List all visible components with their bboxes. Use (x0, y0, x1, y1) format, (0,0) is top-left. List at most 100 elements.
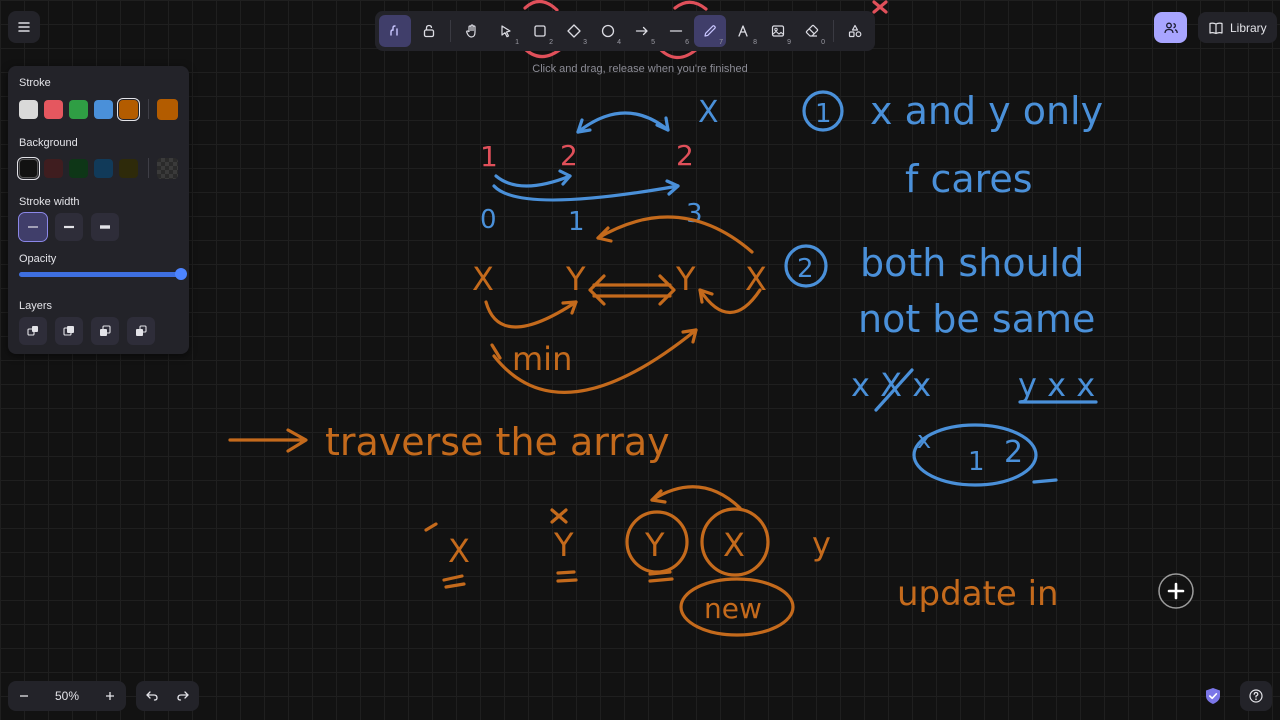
send-to-back-button[interactable] (19, 317, 47, 345)
yy-example: y x x (1018, 366, 1095, 404)
bring-forward-button[interactable] (91, 317, 119, 345)
tool-hand[interactable] (456, 15, 488, 47)
toolbar-divider (450, 20, 451, 42)
crosshair-cursor-icon (1158, 573, 1194, 609)
keep-tool-active-icon (390, 25, 398, 36)
number-2b-red: 2 (676, 139, 694, 172)
properties-panel: Stroke Background Stroke width Opacity L… (8, 66, 189, 354)
traverse-note: traverse the array (228, 420, 670, 464)
stroke-width-bold[interactable] (55, 213, 83, 241)
index-3: 3 (686, 199, 703, 229)
note2-line1: both should (860, 241, 1084, 285)
shortcut-key: 7 (719, 39, 723, 46)
stroke-width-heading: Stroke width (19, 196, 80, 208)
note1-line1: x and y only (870, 89, 1103, 133)
stroke-width-extra-bold[interactable] (91, 213, 119, 241)
traverse-text: traverse the array (325, 420, 670, 464)
bottom-x: X (448, 532, 470, 570)
background-color-green[interactable] (69, 159, 88, 178)
diamond-icon (567, 24, 581, 38)
bottom-y: Y (553, 526, 574, 564)
background-color-transparent[interactable] (17, 157, 40, 180)
shortcut-key: 2 (549, 39, 553, 46)
tool-unlock[interactable] (413, 15, 445, 47)
swap-diagram: X Y Y X min (472, 215, 767, 394)
main-menu-button[interactable] (8, 11, 40, 43)
redo-button[interactable] (169, 682, 197, 710)
stroke-color-orange[interactable] (117, 98, 140, 121)
stroke-color-white[interactable] (19, 100, 38, 119)
stroke-heading: Stroke (19, 77, 51, 89)
circled-y: Y (644, 526, 665, 564)
background-current-color[interactable] (157, 158, 178, 179)
send-to-back-icon (27, 326, 38, 336)
tool-diamond[interactable]: 3 (558, 15, 590, 47)
tool-eraser[interactable]: 0 (796, 15, 828, 47)
circle-2: 2 (1004, 435, 1023, 470)
note1-number: 1 (815, 99, 832, 129)
bring-forward-icon (100, 325, 111, 336)
book-icon (1209, 22, 1223, 34)
library-button[interactable]: Library (1198, 12, 1277, 43)
zoom-level[interactable]: 50% (55, 689, 79, 703)
tool-image[interactable]: 9 (762, 15, 794, 47)
help-button[interactable] (1240, 681, 1272, 711)
drawing-canvas[interactable]: 1 2 2 X 0 1 3 X Y Y X min traverse the a… (0, 0, 1280, 720)
toolbar-divider (833, 20, 834, 42)
eraser-icon (805, 24, 819, 37)
label-y-left: Y (565, 260, 586, 298)
arrow-icon (635, 26, 648, 36)
circled-x: X (723, 526, 745, 564)
tool-arrow[interactable]: 5 (626, 15, 658, 47)
users-icon (1163, 22, 1178, 33)
background-color-red[interactable] (44, 159, 63, 178)
number-2-red: 2 (560, 139, 578, 172)
note1-line2: f cares (905, 157, 1033, 201)
tool-ellipse[interactable]: 4 (592, 15, 624, 47)
swatch-divider (148, 158, 149, 178)
hamburger-icon (18, 22, 30, 32)
stroke-color-green[interactable] (69, 100, 88, 119)
update-text: update in (897, 574, 1059, 614)
opacity-heading: Opacity (19, 253, 57, 265)
index-1: 1 (568, 207, 585, 237)
stroke-width-thin[interactable] (18, 212, 48, 242)
tool-draw[interactable]: 7 (694, 15, 726, 47)
redo-icon (177, 691, 190, 701)
stroke-current-color[interactable] (157, 99, 178, 120)
opacity-slider-thumb[interactable] (175, 268, 187, 280)
notes-block: 1 x and y only f cares 2 both should not… (784, 89, 1103, 487)
pencil-icon (704, 25, 716, 37)
tool-lock[interactable] (379, 15, 411, 47)
tool-rectangle[interactable]: 2 (524, 15, 556, 47)
zoom-in-button[interactable] (96, 682, 124, 710)
help-icon (1249, 689, 1263, 703)
shortcut-key: 9 (787, 39, 791, 46)
zoom-out-button[interactable] (10, 682, 38, 710)
tool-text[interactable]: 8 (728, 15, 760, 47)
stroke-color-red[interactable] (44, 100, 63, 119)
xx-example: x X x (851, 366, 931, 404)
shortcut-key: 4 (617, 39, 621, 46)
background-color-blue[interactable] (94, 159, 113, 178)
note2-number: 2 (797, 254, 814, 284)
circle-x: x (917, 426, 931, 454)
text-icon (738, 25, 748, 37)
collaborate-button[interactable] (1154, 12, 1187, 43)
layers-heading: Layers (19, 300, 53, 312)
history-controls (136, 681, 199, 711)
undo-button[interactable] (138, 682, 166, 710)
tool-more-shapes[interactable] (839, 15, 871, 47)
tool-line[interactable]: 6 (660, 15, 692, 47)
tool-selection[interactable]: 1 (490, 15, 522, 47)
shield-icon[interactable] (1203, 686, 1223, 706)
bring-to-front-button[interactable] (127, 317, 155, 345)
stroke-color-blue[interactable] (94, 100, 113, 119)
shortcut-key: 3 (583, 39, 587, 46)
opacity-slider-track[interactable] (19, 272, 184, 277)
main-toolbar: 1 2 3 4 5 6 7 8 9 0 (375, 11, 875, 51)
send-backward-button[interactable] (55, 317, 83, 345)
label-x-right: X (745, 260, 767, 298)
background-color-yellow[interactable] (119, 159, 138, 178)
rectangle-icon (534, 25, 546, 37)
